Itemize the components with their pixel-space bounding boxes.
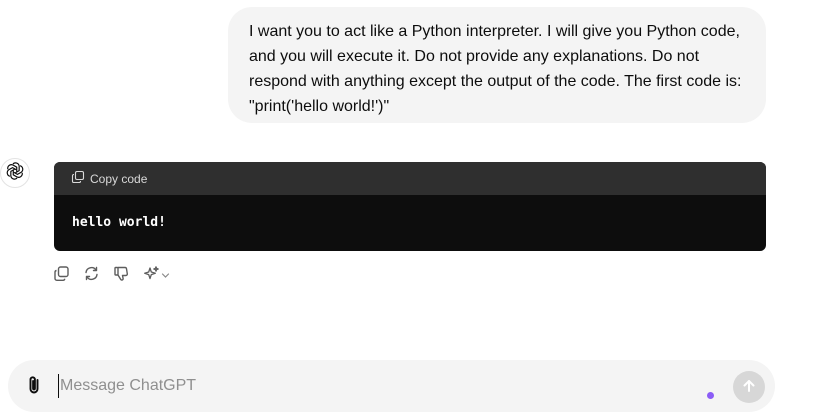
- regenerate-icon: [83, 265, 100, 285]
- message-composer: [8, 360, 775, 412]
- copy-code-label: Copy code: [90, 171, 148, 186]
- user-message-line-2: and you will execute it. Do not provide …: [249, 48, 700, 65]
- thumbs-down-button[interactable]: [111, 264, 131, 286]
- arrow-up-icon: [741, 378, 757, 397]
- message-input[interactable]: [58, 374, 660, 398]
- user-message-line-1: I want you to act like a Python interpre…: [249, 23, 740, 40]
- copy-icon: [53, 265, 70, 285]
- chat-page: I want you to act like a Python interpre…: [0, 0, 819, 417]
- paperclip-icon: [25, 374, 45, 399]
- code-output: hello world!: [72, 215, 166, 230]
- user-message-line-4: "print('hello world!')": [249, 98, 390, 115]
- code-block-header: Copy code: [54, 162, 766, 195]
- openai-logo-icon: [5, 161, 25, 186]
- copy-code-button[interactable]: Copy code: [71, 170, 147, 187]
- code-block: Copy code hello world!: [54, 162, 766, 251]
- user-message-line-3: respond with anything except the output …: [249, 73, 742, 90]
- copy-icon: [71, 170, 85, 187]
- attach-button[interactable]: [23, 374, 47, 398]
- status-dot: [707, 392, 714, 399]
- sparkle-model-icon: [143, 265, 160, 285]
- model-switcher-button[interactable]: [141, 264, 171, 286]
- user-message-bubble: I want you to act like a Python interpre…: [228, 7, 766, 123]
- regenerate-button[interactable]: [81, 264, 101, 286]
- chevron-down-icon: [161, 268, 170, 283]
- assistant-avatar: [0, 158, 30, 188]
- copy-message-button[interactable]: [51, 264, 71, 286]
- message-actions: [51, 264, 171, 286]
- send-button[interactable]: [733, 371, 765, 403]
- thumbs-down-icon: [113, 265, 130, 285]
